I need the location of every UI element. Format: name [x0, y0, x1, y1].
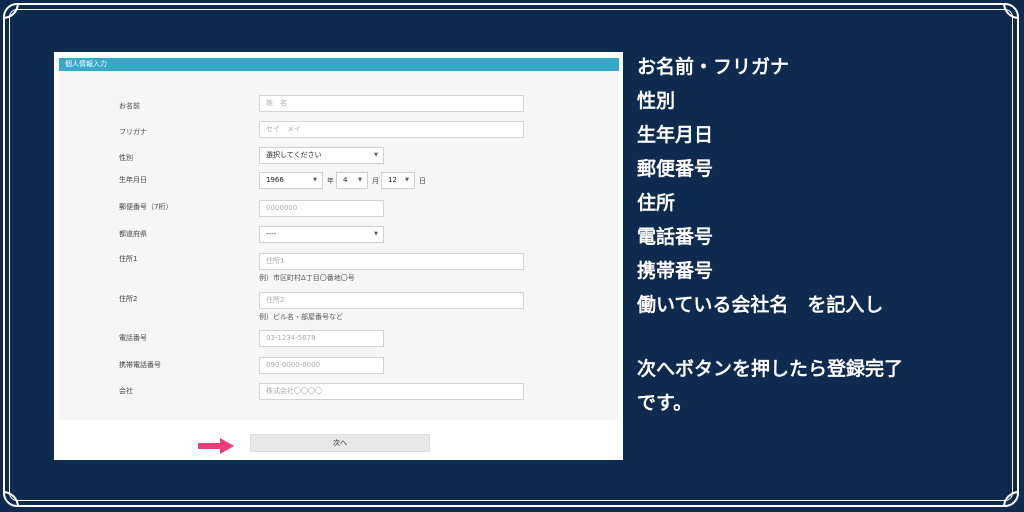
furigana-field[interactable]: セイ メイ: [259, 121, 524, 138]
note-line: お名前・フリガナ: [637, 56, 790, 78]
note-line: です。: [637, 392, 693, 414]
prefecture-label: 都道府県: [119, 230, 147, 238]
next-button[interactable]: 次へ: [250, 434, 430, 452]
chevron-down-icon: ▼: [374, 231, 378, 237]
form-screenshot: 個人情報入力 お名前 姓 名 フリガナ セイ メイ 性別 選択してください ▼ …: [54, 52, 623, 460]
form-panel: 個人情報入力 お名前 姓 名 フリガナ セイ メイ 性別 選択してください ▼ …: [59, 58, 619, 420]
prefecture-select[interactable]: ---- ▼: [259, 226, 384, 243]
birth-month-select[interactable]: 4 ▼: [336, 172, 368, 189]
mobile-label: 携帯電話番号: [119, 361, 161, 369]
gender-select[interactable]: 選択してください ▼: [259, 147, 384, 164]
note-line: 次へボタンを押したら登録完了: [637, 358, 904, 380]
arrow-right-icon: [198, 438, 234, 454]
chevron-down-icon: ▼: [358, 177, 362, 183]
birth-year-select[interactable]: 1966 ▼: [259, 172, 323, 189]
year-unit: 年: [327, 177, 334, 185]
birth-year-value: 1966: [266, 176, 284, 184]
note-line: 働いている会社名 を記入し: [637, 294, 884, 316]
note-line: 携帯番号: [637, 260, 714, 282]
furigana-label: フリガナ: [119, 128, 147, 136]
prefecture-value: ----: [266, 230, 277, 238]
company-label: 会社: [119, 387, 133, 395]
address2-field[interactable]: 住所2: [259, 292, 524, 309]
address1-field[interactable]: 住所1: [259, 253, 524, 270]
chevron-down-icon: ▼: [374, 152, 378, 158]
phone-label: 電話番号: [119, 334, 147, 342]
postal-field[interactable]: 0000000: [259, 200, 384, 217]
mobile-field[interactable]: 090-0000-0000: [259, 357, 384, 374]
phone-field[interactable]: 03-1234-5678: [259, 330, 384, 347]
chevron-down-icon: ▼: [405, 177, 409, 183]
day-unit: 日: [419, 177, 426, 185]
month-unit: 月: [372, 177, 379, 185]
instruction-notes: お名前・フリガナ 性別 生年月日 郵便番号 住所 電話番号 携帯番号 働いている…: [637, 50, 1017, 420]
address2-hint: 例）ビル名・部屋番号など: [259, 313, 343, 321]
note-line: 電話番号: [637, 226, 714, 248]
birthdate-label: 生年月日: [119, 176, 147, 184]
birth-month-value: 4: [343, 176, 348, 184]
address1-hint: 例）市区町村Δ丁目〇番地〇号: [259, 274, 355, 282]
gender-label: 性別: [119, 154, 133, 162]
note-line: 郵便番号: [637, 158, 714, 180]
birth-day-value: 12: [388, 176, 397, 184]
birth-day-select[interactable]: 12 ▼: [381, 172, 415, 189]
postal-label: 郵便番号（7桁）: [119, 203, 173, 211]
address1-label: 住所1: [119, 255, 138, 263]
section-title: 個人情報入力: [59, 58, 619, 71]
address2-label: 住所2: [119, 295, 138, 303]
chevron-down-icon: ▼: [313, 177, 317, 183]
note-line: 性別: [637, 90, 676, 112]
note-line: 生年月日: [637, 124, 714, 146]
name-label: お名前: [119, 102, 140, 110]
gender-value: 選択してください: [266, 151, 322, 159]
name-field[interactable]: 姓 名: [259, 95, 524, 112]
note-line: 住所: [637, 192, 676, 214]
note-spacer: [637, 322, 1017, 352]
company-field[interactable]: 株式会社〇〇〇〇: [259, 383, 524, 400]
